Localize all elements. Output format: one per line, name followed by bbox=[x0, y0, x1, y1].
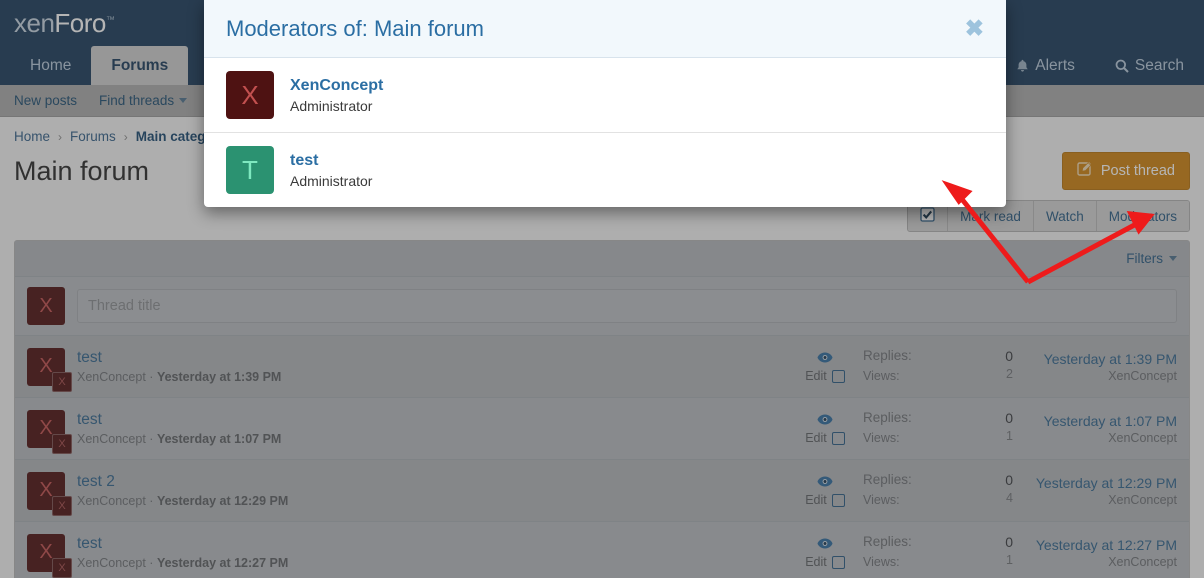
list-item[interactable]: T test Administrator bbox=[204, 133, 1006, 207]
moderator-info: test Administrator bbox=[290, 152, 372, 189]
modal-header: Moderators of: Main forum ✖ bbox=[204, 0, 1006, 58]
moderator-name-link[interactable]: XenConcept bbox=[290, 77, 383, 95]
moderators-modal: Moderators of: Main forum ✖ X XenConcept… bbox=[204, 0, 1006, 207]
avatar-letter: T bbox=[242, 154, 258, 185]
screenshot-root: xenForo™ Home Forums Wh ox Alerts bbox=[0, 0, 1204, 578]
list-item[interactable]: X XenConcept Administrator bbox=[204, 58, 1006, 133]
moderator-name-link[interactable]: test bbox=[290, 152, 372, 170]
modal-title: Moderators of: Main forum bbox=[226, 15, 484, 41]
close-icon[interactable]: ✖ bbox=[965, 17, 984, 40]
avatar-letter: X bbox=[241, 79, 259, 110]
avatar: T bbox=[226, 146, 274, 194]
moderator-role: Administrator bbox=[290, 172, 373, 189]
avatar: X bbox=[226, 71, 274, 119]
moderator-list: X XenConcept Administrator T test Admini… bbox=[204, 58, 1006, 207]
moderator-role: Administrator bbox=[290, 97, 373, 114]
moderator-info: XenConcept Administrator bbox=[290, 77, 383, 114]
